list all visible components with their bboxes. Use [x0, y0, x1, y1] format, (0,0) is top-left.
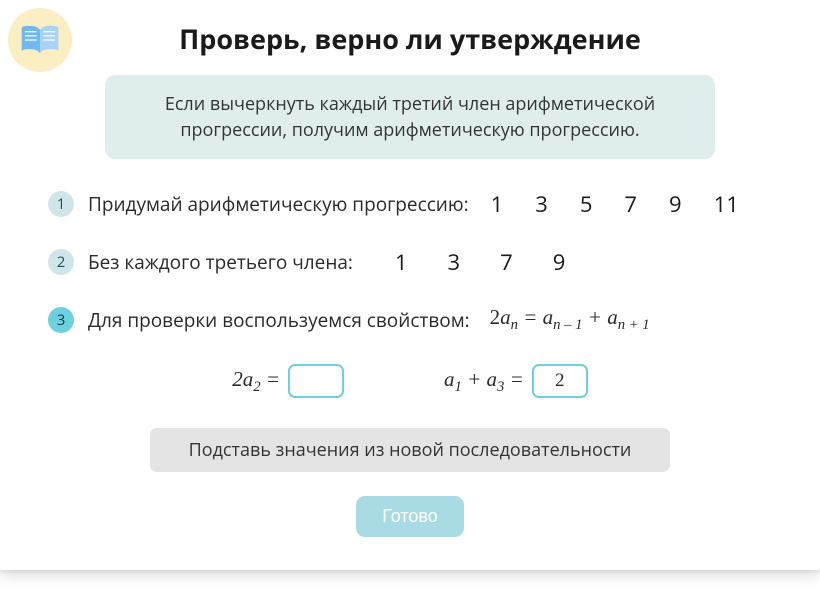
seq-term: 7: [624, 189, 637, 219]
step-3: 3 Для проверки воспользуемся свойством: …: [22, 305, 798, 334]
statement-box: Если вычеркнуть каждый третий член арифм…: [105, 75, 715, 159]
step-number: 2: [48, 249, 74, 275]
inputs-row: 2a2 = a1 + a3 =: [22, 364, 798, 398]
sequence-original: 1 3 5 7 9 11: [491, 189, 739, 219]
step-text: Для проверки воспользуемся свойством:: [88, 307, 470, 333]
seq-term: 1: [491, 189, 504, 219]
property-formula: 2an = an – 1 + an + 1: [490, 305, 650, 334]
step-number: 3: [48, 307, 74, 333]
left-expression: 2a2 =: [232, 364, 344, 398]
seq-term: 1: [395, 247, 408, 277]
sequence-reduced: 1 3 7 9: [395, 247, 565, 277]
step-text: Придумай арифметическую прогрессию:: [88, 191, 469, 217]
done-button[interactable]: Готово: [356, 496, 464, 537]
seq-term: 9: [553, 247, 566, 277]
steps-list: 1 Придумай арифметическую прогрессию: 1 …: [22, 189, 798, 334]
step-2: 2 Без каждого третьего члена: 1 3 7 9: [22, 247, 798, 277]
hint-box: Подставь значения из новой последователь…: [150, 428, 670, 472]
input-a1-plus-a3[interactable]: [532, 364, 588, 398]
seq-term: 3: [535, 189, 548, 219]
seq-term: 5: [580, 189, 593, 219]
step-text: Без каждого третьего члена:: [88, 249, 353, 275]
input-2a2[interactable]: [288, 364, 344, 398]
exercise-card: Проверь, верно ли утверждение Если вычер…: [0, 0, 820, 570]
right-expression: a1 + a3 =: [444, 364, 588, 398]
step-number: 1: [48, 191, 74, 217]
left-label: 2a2 =: [232, 367, 280, 396]
seq-term: 11: [714, 189, 739, 219]
seq-term: 9: [669, 189, 682, 219]
seq-term: 7: [500, 247, 513, 277]
book-icon: [8, 8, 72, 72]
page-title: Проверь, верно ли утверждение: [22, 20, 798, 57]
right-label: a1 + a3 =: [444, 367, 524, 396]
step-1: 1 Придумай арифметическую прогрессию: 1 …: [22, 189, 798, 219]
seq-term: 3: [448, 247, 461, 277]
